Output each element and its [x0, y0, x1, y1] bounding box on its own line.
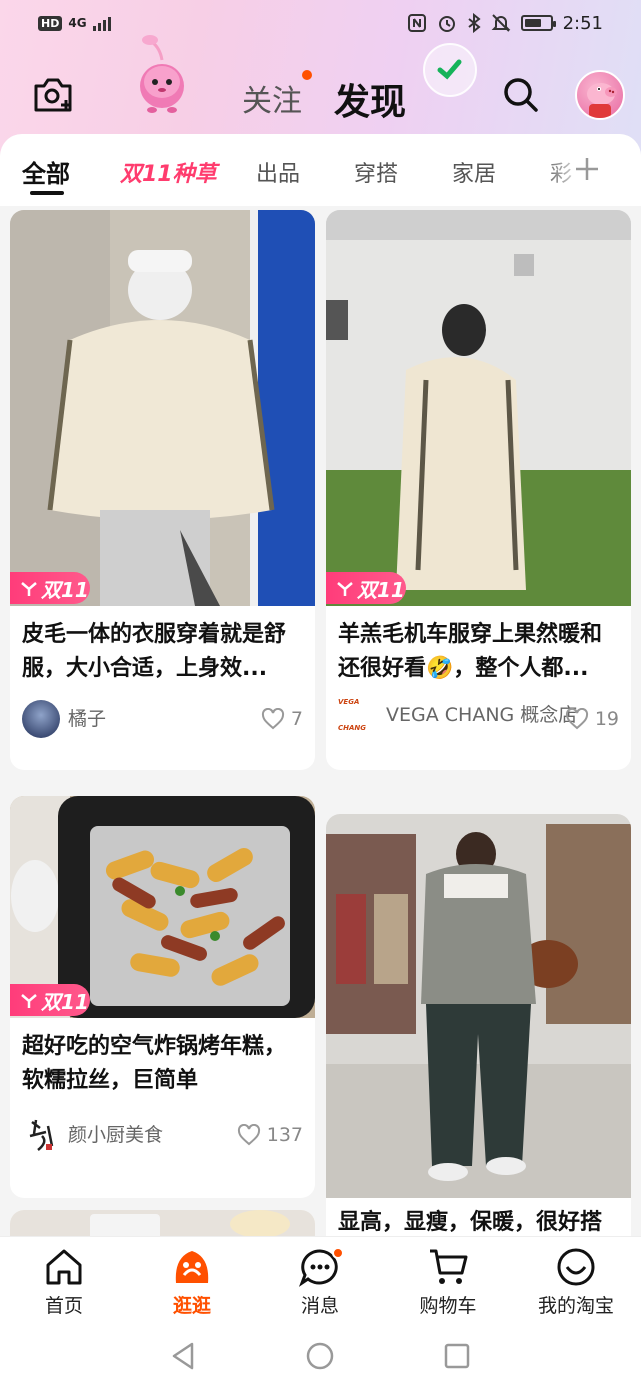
follow-notification-dot — [302, 70, 312, 80]
heart-icon — [261, 708, 284, 730]
nav-my-taobao[interactable]: 我的淘宝 — [526, 1245, 626, 1318]
category-double11[interactable]: 双11种草 — [120, 156, 217, 188]
feed-card[interactable]: 显高，显瘦，保暖，很好搭 — [326, 814, 631, 1244]
battery-icon — [520, 15, 556, 31]
signal-icon — [92, 15, 111, 31]
card-image — [10, 210, 315, 606]
heart-icon — [237, 1124, 260, 1146]
card-title: 羊羔毛机车服穿上果然暖和 还很好看🤣，整个人都... — [338, 622, 603, 681]
search-icon[interactable] — [502, 76, 540, 114]
feed-card[interactable]: 双11 羊羔毛机车服穿上果然暖和 还很好看🤣，整个人都... VEGA CHAN… — [326, 210, 631, 770]
double11-badge: 双11 — [326, 572, 406, 604]
category-outfits[interactable]: 穿搭 — [354, 156, 398, 188]
category-products[interactable]: 出品 — [256, 156, 300, 188]
author-avatar — [22, 700, 60, 738]
like-button[interactable]: 137 — [237, 1124, 303, 1146]
bottom-nav: 首页 逛逛 消息 购物车 我的淘宝 — [0, 1236, 641, 1326]
calligraphy-logo-icon — [29, 1119, 54, 1151]
cart-icon — [430, 1249, 468, 1284]
category-active-indicator — [30, 191, 64, 195]
nav-messages[interactable]: 消息 — [270, 1245, 370, 1318]
top-header: 关注 发现 — [0, 35, 641, 134]
double11-badge: 双11 — [10, 572, 90, 604]
camera-add-icon[interactable] — [32, 74, 74, 114]
author-logo: VEGA CHANG — [338, 698, 378, 732]
card-author[interactable]: 颜小厨美食 — [22, 1116, 252, 1154]
user-avatar[interactable] — [575, 70, 625, 120]
hd-badge: HD — [38, 15, 63, 31]
nfc-icon — [407, 14, 426, 32]
bluetooth-icon — [467, 13, 481, 33]
category-bar: 全部 双11种草 出品 穿搭 家居 彩 — [0, 134, 641, 206]
tab-discover[interactable]: 发现 — [334, 73, 406, 125]
clock: 2:51 — [562, 12, 603, 34]
recent-apps-icon[interactable] — [442, 1340, 472, 1372]
back-icon[interactable] — [168, 1340, 198, 1372]
feed-panel: 全部 双11种草 出品 穿搭 家居 彩 — [0, 134, 641, 1244]
home-icon — [46, 1249, 82, 1285]
feed-card[interactable]: 双11 皮毛一体的衣服穿着就是舒 服，大小合适，上身效... 橘子 7 — [10, 210, 315, 770]
status-bar: HD 4G 2:51 — [0, 0, 641, 46]
nav-guangguang[interactable]: 逛逛 — [142, 1245, 242, 1318]
category-home[interactable]: 家居 — [452, 156, 496, 188]
card-title: 显高，显瘦，保暖，很好搭 — [338, 1210, 603, 1235]
tmall-icon — [337, 582, 353, 596]
card-author[interactable]: 橘子 — [22, 700, 252, 738]
heart-icon — [565, 708, 588, 730]
guangguang-icon — [175, 1251, 209, 1283]
double11-badge: 双11 — [10, 984, 90, 1016]
mascot-icon[interactable] — [130, 30, 194, 116]
author-avatar — [22, 1116, 60, 1154]
mute-icon — [491, 14, 510, 32]
tab-follow[interactable]: 关注 — [242, 76, 302, 120]
message-notification-dot — [332, 1247, 344, 1259]
home-circle-icon[interactable] — [305, 1340, 335, 1372]
card-image — [326, 814, 631, 1198]
card-image — [326, 210, 631, 606]
nav-cart[interactable]: 购物车 — [398, 1245, 498, 1318]
system-navigation-bar — [0, 1326, 641, 1389]
like-button[interactable]: 19 — [565, 708, 619, 730]
card-author[interactable]: VEGA CHANG VEGA CHANG 概念店 — [338, 698, 578, 732]
bubble-decoration-icon — [423, 43, 477, 97]
network-type: 4G — [68, 16, 87, 30]
feed-card[interactable]: 双11 超好吃的空气炸锅烤年糕， 软糯拉丝，巨简单 颜小厨美食 137 — [10, 796, 315, 1198]
card-title: 皮毛一体的衣服穿着就是舒 服，大小合适，上身效... — [22, 622, 287, 681]
like-button[interactable]: 7 — [261, 708, 303, 730]
nav-home[interactable]: 首页 — [14, 1245, 114, 1318]
category-all[interactable]: 全部 — [22, 154, 70, 189]
add-category-icon[interactable] — [572, 154, 602, 184]
alarm-icon — [438, 16, 455, 32]
peppa-avatar-icon — [587, 83, 617, 118]
profile-icon — [557, 1248, 595, 1286]
card-title: 超好吃的空气炸锅烤年糕， 软糯拉丝，巨简单 — [22, 1034, 287, 1093]
tmall-icon — [21, 582, 37, 596]
tmall-icon — [21, 994, 37, 1008]
